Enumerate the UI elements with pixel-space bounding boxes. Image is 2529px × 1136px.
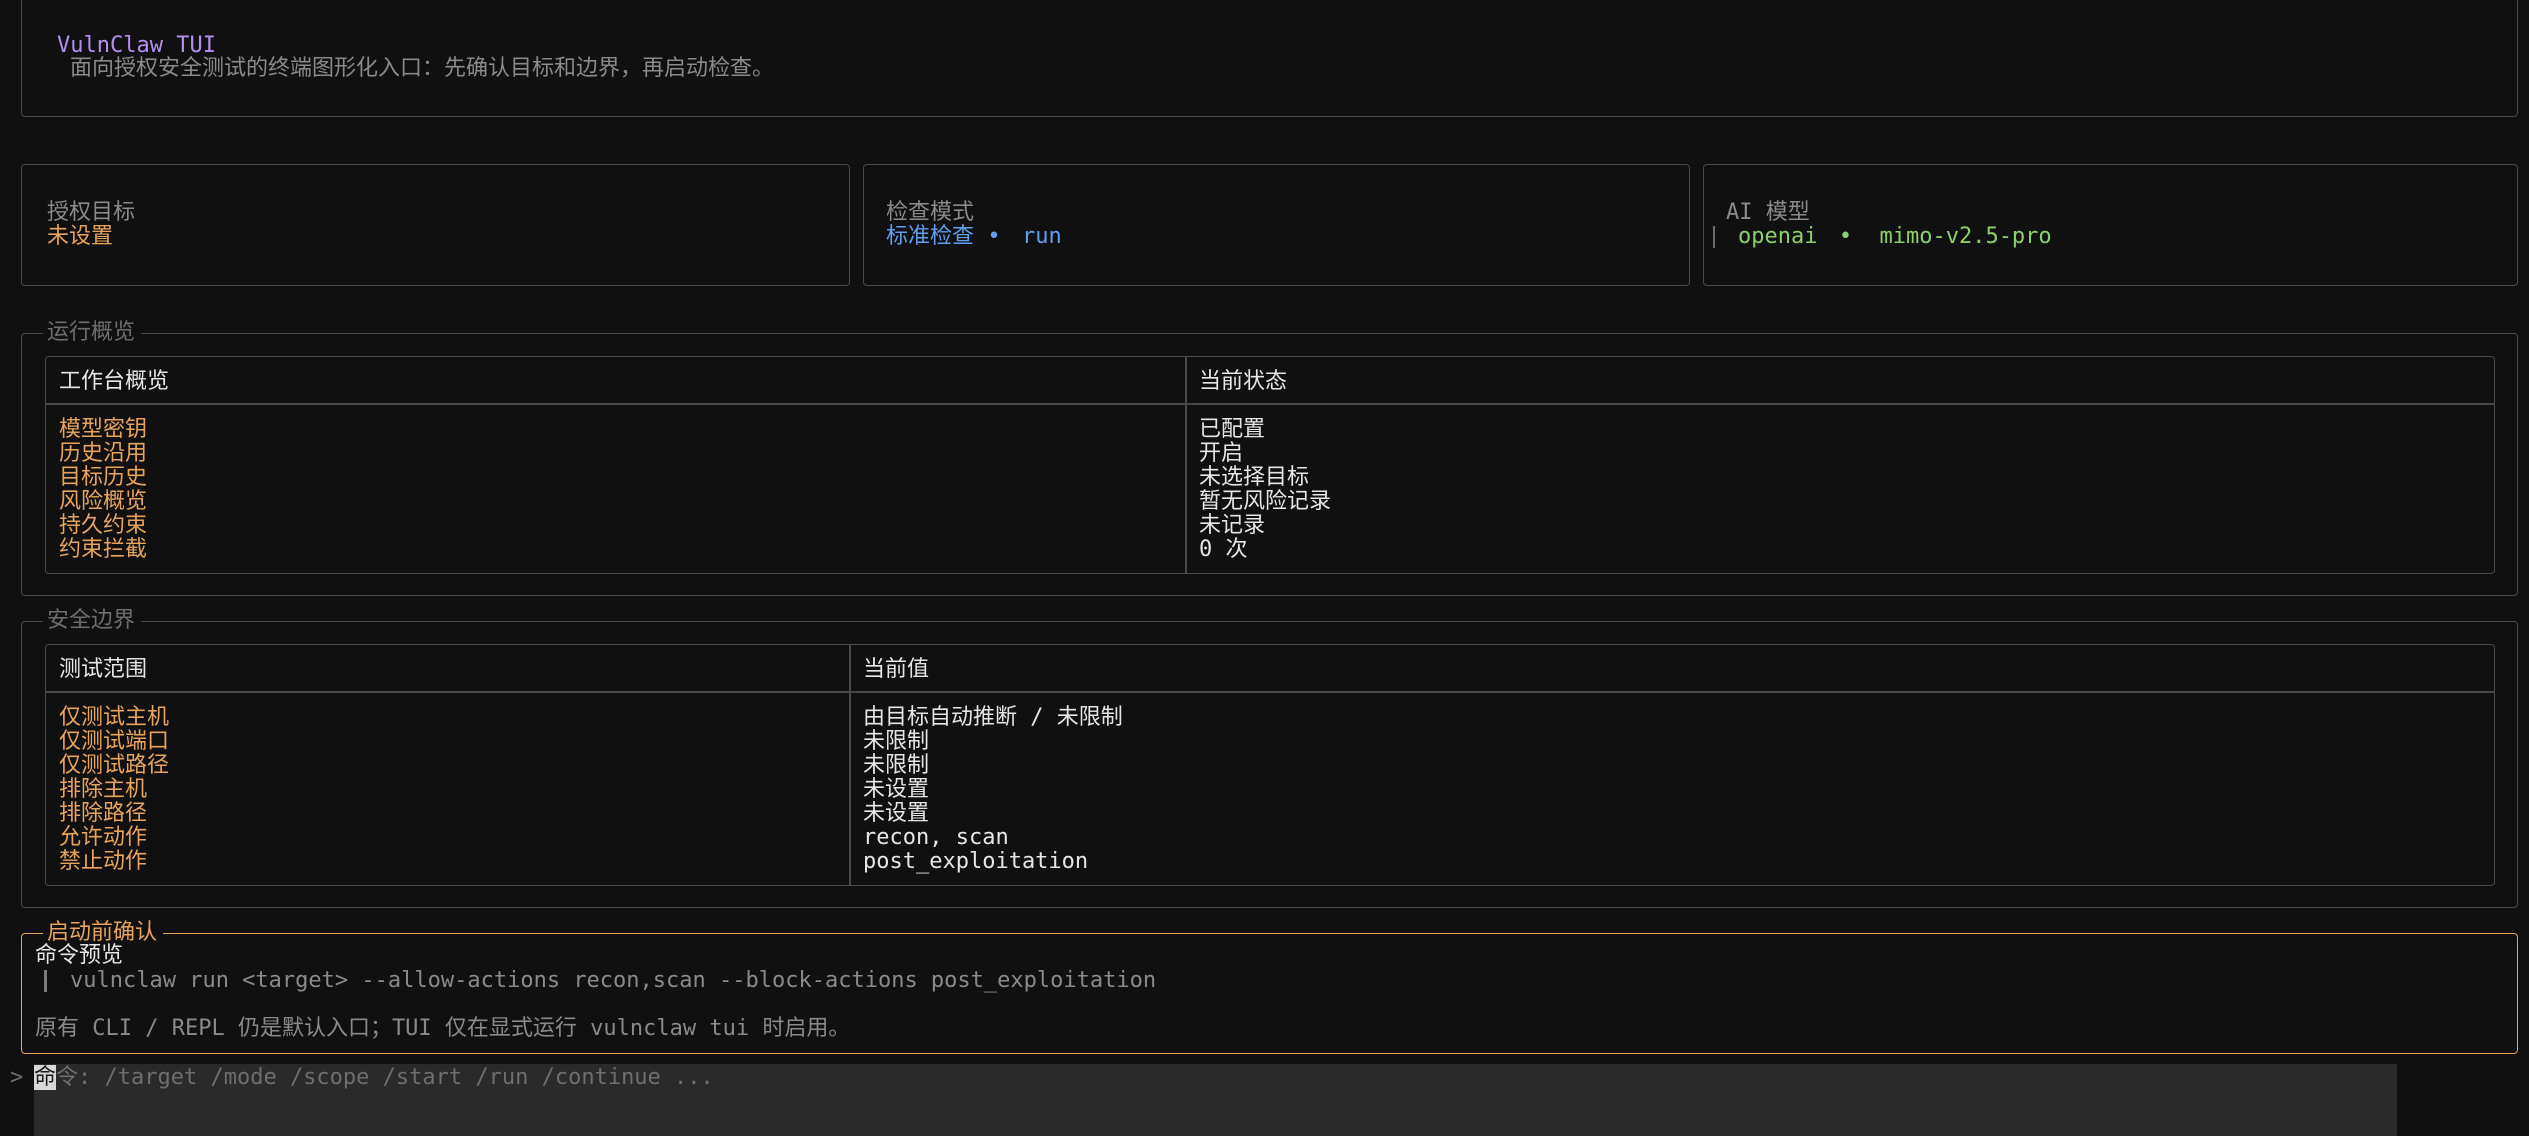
overview-key: 模型密钥 bbox=[59, 417, 148, 442]
overview-value: 未选择目标 bbox=[1199, 465, 1310, 490]
mode-command: run bbox=[1022, 224, 1062, 249]
overview-header-rule bbox=[46, 403, 2494, 405]
boundary-key: 仅测试端口 bbox=[59, 729, 170, 754]
input-cursor: 命 bbox=[34, 1065, 57, 1090]
overview-value: 未记录 bbox=[1199, 513, 1266, 538]
boundary-header-rule bbox=[46, 691, 2494, 693]
boundary-key: 排除主机 bbox=[59, 777, 148, 802]
overview-key: 持久约束 bbox=[59, 513, 148, 538]
boundary-col2-header: 当前值 bbox=[863, 657, 930, 682]
overview-col2-header: 当前状态 bbox=[1199, 369, 1288, 394]
boundary-key: 禁止动作 bbox=[59, 849, 148, 874]
model-provider: openai bbox=[1738, 224, 1818, 249]
boundary-values: 由目标自动推断 / 未限制 未限制 未限制 未设置 未设置 recon, sca… bbox=[863, 706, 1123, 874]
boundary-title: 安全边界 bbox=[43, 609, 142, 633]
mode-name: 标准检查 bbox=[886, 224, 975, 249]
overview-values: 已配置 开启 未选择目标 暂无风险记录 未记录 0 次 bbox=[1199, 418, 1331, 562]
overview-key: 风险概览 bbox=[59, 489, 148, 514]
boundary-value: 由目标自动推断 / 未限制 bbox=[863, 705, 1123, 730]
overview-value: 0 次 bbox=[1199, 537, 1248, 562]
overview-key: 历史沿用 bbox=[59, 441, 148, 466]
target-card[interactable] bbox=[21, 164, 850, 286]
app-title: VulnClaw TUI bbox=[57, 33, 216, 58]
overview-value: 暂无风险记录 bbox=[1199, 489, 1332, 514]
confirm-note: 原有 CLI / REPL 仍是默认入口；TUI 仅在显式运行 vulnclaw… bbox=[35, 1016, 851, 1041]
model-separator: • bbox=[1838, 224, 1853, 249]
overview-key: 约束拦截 bbox=[59, 537, 148, 562]
command-quote-bar bbox=[44, 970, 47, 992]
overview-title: 运行概览 bbox=[43, 321, 142, 345]
model-quote-bar bbox=[1713, 226, 1715, 248]
mode-separator: • bbox=[987, 224, 1001, 249]
boundary-value: 未设置 bbox=[863, 777, 930, 802]
mode-value: 标准检查 • run bbox=[886, 225, 1062, 249]
target-value: 未设置 bbox=[47, 224, 114, 249]
overview-column-rule bbox=[1185, 357, 1187, 573]
boundary-key: 仅测试主机 bbox=[59, 705, 170, 730]
command-input-content: 命令: /target /mode /scope /start /run /co… bbox=[34, 1065, 714, 1090]
input-placeholder: 令: /target /mode /scope /start /run /con… bbox=[56, 1065, 714, 1090]
command-input[interactable]: 命令: /target /mode /scope /start /run /co… bbox=[34, 1064, 2397, 1136]
model-name: mimo-v2.5-pro bbox=[1879, 224, 2052, 249]
overview-value: 已配置 bbox=[1199, 417, 1266, 442]
boundary-value: 未限制 bbox=[863, 729, 930, 754]
boundary-value: post_exploitation bbox=[863, 849, 1089, 874]
model-label: AI 模型 bbox=[1726, 200, 1810, 225]
boundary-key: 排除路径 bbox=[59, 801, 148, 826]
boundary-key: 仅测试路径 bbox=[59, 753, 170, 778]
boundary-value: recon, scan bbox=[863, 825, 1009, 850]
boundary-table bbox=[45, 644, 2495, 886]
overview-key: 目标历史 bbox=[59, 465, 148, 490]
model-value: openai • mimo-v2.5-pro bbox=[1738, 225, 2052, 249]
command-preview-label: 命令预览 bbox=[35, 943, 124, 968]
overview-col1-header: 工作台概览 bbox=[59, 369, 170, 394]
overview-keys: 模型密钥 历史沿用 目标历史 风险概览 持久约束 约束拦截 bbox=[59, 418, 147, 562]
app-subtitle: 面向授权安全测试的终端图形化入口：先确认目标和边界，再启动检查。 bbox=[70, 56, 775, 81]
boundary-keys: 仅测试主机 仅测试端口 仅测试路径 排除主机 排除路径 允许动作 禁止动作 bbox=[59, 706, 169, 874]
boundary-key: 允许动作 bbox=[59, 825, 148, 850]
confirm-title: 启动前确认 bbox=[43, 921, 164, 945]
mode-label: 检查模式 bbox=[886, 200, 975, 225]
prompt-arrow: > bbox=[10, 1065, 24, 1090]
boundary-col1-header: 测试范围 bbox=[59, 657, 148, 682]
boundary-column-rule bbox=[849, 645, 851, 885]
boundary-value: 未限制 bbox=[863, 753, 930, 778]
target-label: 授权目标 bbox=[47, 200, 136, 225]
overview-value: 开启 bbox=[1199, 441, 1244, 466]
command-preview[interactable]: vulnclaw run <target> --allow-actions re… bbox=[70, 969, 1156, 993]
boundary-value: 未设置 bbox=[863, 801, 930, 826]
